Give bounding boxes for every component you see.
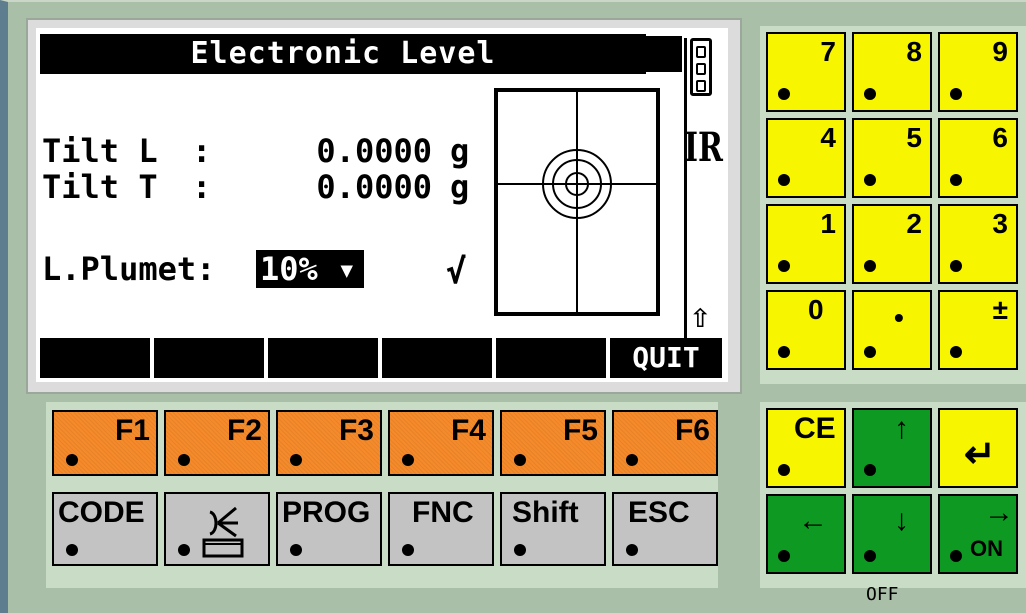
off-label: OFF [866,584,899,605]
bubble-level-display [494,88,660,316]
chevron-down-icon: ▾ [337,250,357,288]
key-7[interactable]: 7 [766,32,846,112]
esc-button[interactable]: ESC [612,492,718,566]
f2-label: F2 [226,414,262,447]
tilt-t-row: Tilt T: 0.0000 g [42,170,469,204]
left-arrow-button[interactable]: ← [766,494,846,574]
illumination-icon [202,506,244,558]
right-arrow-on-button[interactable]: → ON [938,494,1018,574]
shift-arrow-icon: ⇧ [690,296,711,336]
illumination-button[interactable] [164,492,270,566]
key-decimal[interactable]: • [852,290,932,370]
key-5[interactable]: 5 [852,118,932,198]
softkey-2[interactable] [154,338,264,378]
tilt-t-unit: g [450,168,470,206]
up-arrow-button[interactable]: ↑ [852,408,932,488]
prog-button[interactable]: PROG [276,492,382,566]
key-3[interactable]: 3 [938,204,1018,284]
tilt-t-label: Tilt T [42,168,158,206]
f4-label: F4 [450,414,486,447]
key-9[interactable]: 9 [938,32,1018,112]
screen-divider [684,38,687,354]
fnc-button[interactable]: FNC [388,492,494,566]
key-8[interactable]: 8 [852,32,932,112]
tilt-l-value: 0.0000 [316,132,432,170]
softkey-bar: QUIT [40,338,726,378]
shift-button[interactable]: Shift [500,492,606,566]
enter-icon: ↵ [964,434,996,476]
key-1[interactable]: 1 [766,204,846,284]
lcd-screen: Electronic Level IR Tilt L: 0.0000 g Tilt … [36,28,728,382]
battery-icon [690,38,712,96]
fnc-label: FNC [412,496,474,529]
f2-button[interactable]: F2 [164,410,270,476]
key-4[interactable]: 4 [766,118,846,198]
key-plus-minus[interactable]: ± [938,290,1018,370]
left-arrow-icon: ← [798,504,828,537]
f4-button[interactable]: F4 [388,410,494,476]
ce-label: CE [794,412,836,445]
key-6[interactable]: 6 [938,118,1018,198]
f6-button[interactable]: F6 [612,410,718,476]
tilt-l-row: Tilt L: 0.0000 g [42,134,469,168]
f6-label: F6 [674,414,710,447]
shift-label: Shift [512,496,579,529]
tilt-l-unit: g [450,132,470,170]
f3-button[interactable]: F3 [276,410,382,476]
code-button[interactable]: CODE [52,492,158,566]
f5-label: F5 [562,414,598,447]
on-label: ON [970,536,1003,561]
right-arrow-icon: → [984,496,1014,529]
function-keys-panel: F1 F2 F3 F4 F5 F6 CODE PROG FNC Shift ES… [46,402,718,588]
plumet-value: 10% [260,250,318,288]
softkey-3[interactable] [268,338,378,378]
tilt-l-label: Tilt L [42,132,158,170]
esc-label: ESC [628,496,690,529]
ir-indicator: IR [684,124,723,171]
prog-label: PROG [282,496,371,529]
bubble-level-icon [498,92,656,312]
down-arrow-button[interactable]: ↓ [852,494,932,574]
status-indicator [622,36,682,72]
check-icon: √ [446,252,467,292]
f1-button[interactable]: F1 [52,410,158,476]
enter-button[interactable]: ↵ [938,408,1018,488]
softkey-quit[interactable]: QUIT [610,338,722,378]
tilt-t-sep: : [192,168,212,206]
down-arrow-icon: ↓ [894,504,909,537]
softkey-1[interactable] [40,338,150,378]
softkey-4[interactable] [382,338,492,378]
tilt-t-value: 0.0000 [316,168,432,206]
numeric-keypad: 7 8 9 4 5 6 1 2 3 0 • ± [760,26,1026,384]
key-2[interactable]: 2 [852,204,932,284]
softkey-5[interactable] [496,338,606,378]
code-label: CODE [58,496,145,529]
ce-button[interactable]: CE [766,408,846,488]
up-arrow-icon: ↑ [894,412,909,445]
plumet-select[interactable]: 10% ▾ [256,250,364,288]
f3-label: F3 [338,414,374,447]
screen-title: Electronic Level [40,34,646,74]
plumet-label: L.Plumet: [42,250,216,288]
f5-button[interactable]: F5 [500,410,606,476]
f1-label: F1 [114,414,150,447]
tilt-l-sep: : [192,132,212,170]
key-0[interactable]: 0 [766,290,846,370]
navigation-keypad: CE ↑ ↵ ← ↓ → ON [760,402,1026,588]
